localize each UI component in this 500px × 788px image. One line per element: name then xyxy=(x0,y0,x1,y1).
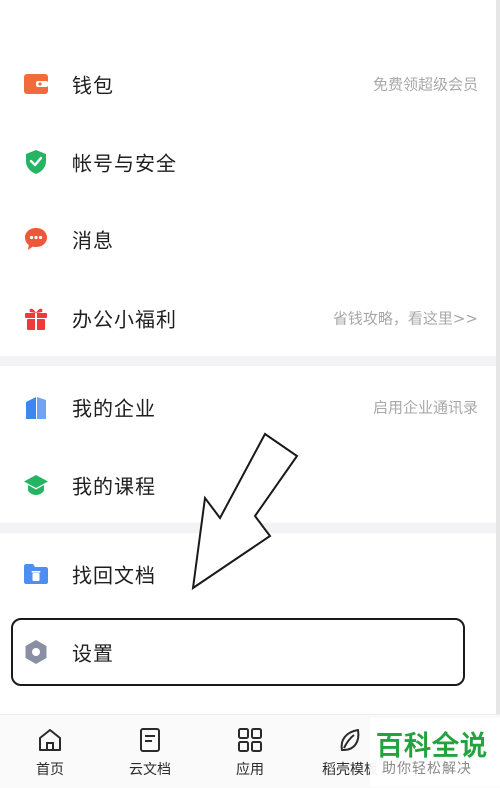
tab-label: 应用 xyxy=(236,762,264,778)
tab-cloud-docs[interactable]: 云文档 xyxy=(100,715,200,788)
scroll-edge xyxy=(496,0,500,714)
menu-item-wallet[interactable]: 钱包 免费领超级会员 xyxy=(0,45,500,123)
watermark-logo: 百科全说 助你轻松解决 xyxy=(370,718,500,787)
menu-hint: 启用企业通讯录 xyxy=(372,398,478,417)
menu-hint: 免费领超级会员 xyxy=(372,75,478,94)
apps-grid-icon xyxy=(238,728,262,752)
menu-label: 钱包 xyxy=(72,73,114,98)
menu-hint: 省钱攻略，看这里>> xyxy=(332,309,478,328)
menu-label: 消息 xyxy=(72,228,114,253)
shield-check-icon xyxy=(22,148,50,176)
tab-label: 首页 xyxy=(36,762,64,778)
wallet-icon xyxy=(22,70,50,98)
folder-trash-icon xyxy=(22,560,50,588)
menu-label: 帐号与安全 xyxy=(72,151,177,176)
menu-item-office-benefits[interactable]: 办公小福利 省钱攻略，看这里>> xyxy=(0,279,500,357)
graduation-cap-icon xyxy=(22,471,50,499)
pointer-arrow-annotation xyxy=(191,432,299,591)
settings-highlight-outline xyxy=(11,618,465,686)
menu-item-messages[interactable]: 消息 xyxy=(0,200,500,278)
tab-label: 云文档 xyxy=(129,762,171,778)
tab-home[interactable]: 首页 xyxy=(0,715,100,788)
menu-label: 办公小福利 xyxy=(72,307,177,332)
chat-bubble-icon xyxy=(22,225,50,253)
section-divider xyxy=(0,356,500,366)
document-icon xyxy=(140,728,160,752)
menu-label: 我的课程 xyxy=(72,474,156,499)
menu-item-account-security[interactable]: 帐号与安全 xyxy=(0,123,500,201)
leaf-icon xyxy=(340,729,360,751)
tab-apps[interactable]: 应用 xyxy=(200,715,300,788)
menu-label: 找回文档 xyxy=(72,563,156,588)
building-icon xyxy=(22,393,50,421)
home-icon xyxy=(39,729,61,751)
watermark-subtitle: 助你轻松解决 xyxy=(382,761,472,777)
gift-icon xyxy=(22,304,50,332)
menu-label: 我的企业 xyxy=(72,396,156,421)
